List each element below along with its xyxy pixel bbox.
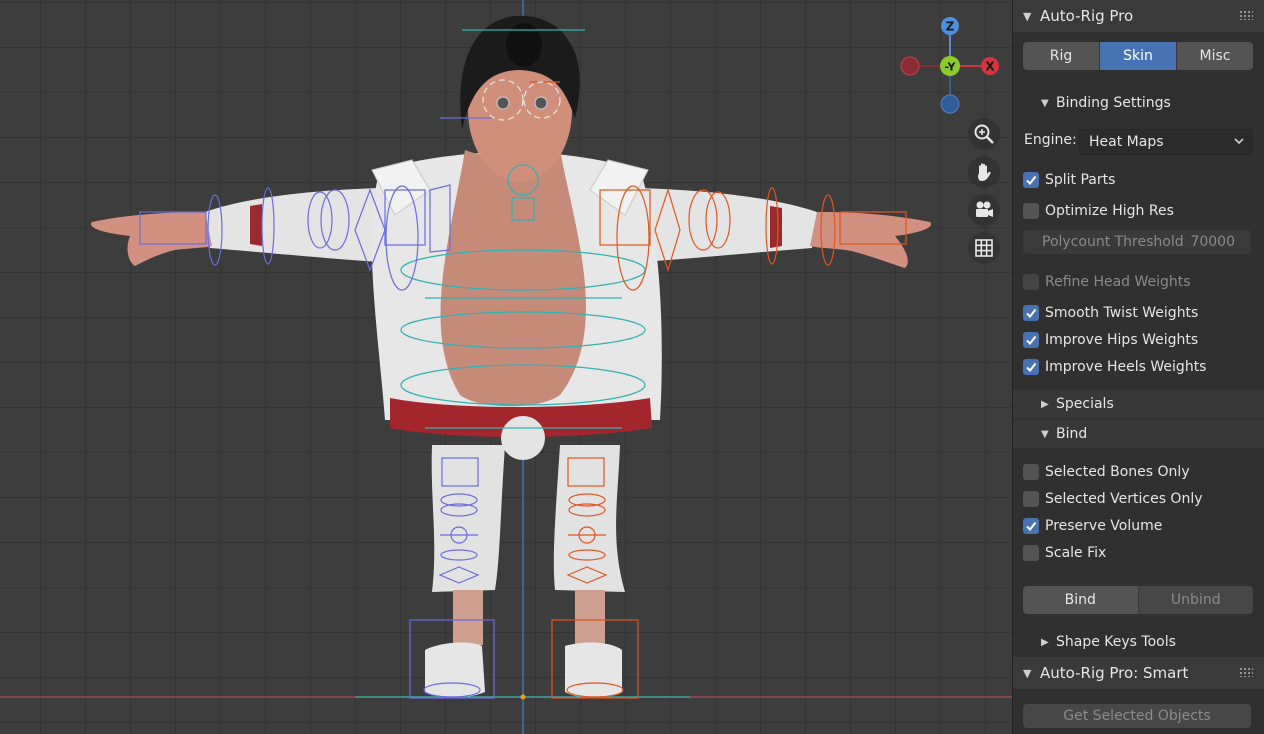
auto-rig-pro-smart-header[interactable]: ▼ Auto-Rig Pro: Smart: [1013, 657, 1264, 689]
selected-vertices-checkbox[interactable]: [1023, 491, 1039, 507]
gizmo-neg-x-axis: [900, 56, 920, 76]
improve-hips-checkbox[interactable]: [1023, 332, 1039, 348]
polycount-label: Polycount Threshold: [1042, 234, 1184, 250]
engine-select[interactable]: Heat Maps: [1079, 129, 1253, 155]
grid-icon[interactable]: [968, 232, 1000, 264]
refine-head-row: Refine Head Weights: [1023, 271, 1255, 293]
specials-toggle[interactable]: ▶ Specials: [1013, 390, 1264, 418]
expand-triangle-icon: ▶: [1041, 398, 1049, 410]
collapse-triangle-icon: ▼: [1041, 97, 1049, 109]
world-origin: [520, 694, 526, 700]
preserve-volume-row[interactable]: Preserve Volume: [1023, 515, 1255, 537]
shape-keys-tools-toggle[interactable]: ▶ Shape Keys Tools: [1013, 628, 1264, 656]
selected-vertices-label: Selected Vertices Only: [1045, 491, 1203, 507]
camera-icon[interactable]: [968, 194, 1000, 226]
improve-hips-label: Improve Hips Weights: [1045, 332, 1199, 348]
tab-rig[interactable]: Rig: [1023, 42, 1100, 70]
svg-text:X: X: [985, 60, 995, 74]
engine-value: Heat Maps: [1089, 134, 1164, 150]
properties-panel: ▼ Auto-Rig Pro Rig Skin Misc ▼ Binding S…: [1012, 0, 1264, 734]
binding-settings-toggle[interactable]: ▼ Binding Settings: [1013, 89, 1264, 117]
refine-head-label: Refine Head Weights: [1045, 274, 1191, 290]
svg-text:-Y: -Y: [945, 61, 957, 74]
check-icon: [1026, 175, 1037, 186]
collapse-triangle-icon: ▼: [1041, 428, 1049, 440]
drag-grip-icon[interactable]: [1239, 667, 1253, 677]
selected-vertices-row[interactable]: Selected Vertices Only: [1023, 488, 1255, 510]
binding-settings-label: Binding Settings: [1056, 95, 1171, 111]
svg-text:Z: Z: [946, 20, 955, 34]
auto-rig-pro-header[interactable]: ▼ Auto-Rig Pro: [1013, 0, 1264, 32]
bind-toggle[interactable]: ▼ Bind: [1013, 420, 1264, 448]
optimize-high-res-checkbox[interactable]: [1023, 203, 1039, 219]
check-icon: [1026, 308, 1037, 319]
improve-heels-row[interactable]: Improve Heels Weights: [1023, 356, 1255, 378]
split-parts-row[interactable]: Split Parts: [1023, 169, 1255, 191]
unbind-button[interactable]: Unbind: [1138, 586, 1253, 614]
polycount-threshold-field[interactable]: Polycount Threshold 70000: [1023, 230, 1251, 254]
hand-pan-icon[interactable]: [968, 156, 1000, 188]
get-selected-objects-button[interactable]: Get Selected Objects: [1023, 704, 1251, 728]
engine-label: Engine:: [1024, 132, 1077, 148]
smart-panel-title: Auto-Rig Pro: Smart: [1040, 664, 1189, 682]
smooth-twist-label: Smooth Twist Weights: [1045, 305, 1199, 321]
check-icon: [1026, 521, 1037, 532]
bind-section-label: Bind: [1056, 426, 1088, 442]
selected-bones-checkbox[interactable]: [1023, 464, 1039, 480]
improve-hips-row[interactable]: Improve Hips Weights: [1023, 329, 1255, 351]
gizmo-neg-z-axis: [940, 94, 960, 114]
scale-fix-label: Scale Fix: [1045, 545, 1107, 561]
panel-title: Auto-Rig Pro: [1040, 7, 1134, 25]
bind-button-group: Bind Unbind: [1023, 586, 1253, 614]
drag-grip-icon[interactable]: [1239, 10, 1253, 20]
improve-heels-label: Improve Heels Weights: [1045, 359, 1207, 375]
3d-viewport[interactable]: Z X -Y: [0, 0, 1012, 734]
tab-misc[interactable]: Misc: [1177, 42, 1253, 70]
check-icon: [1026, 362, 1037, 373]
shape-keys-label: Shape Keys Tools: [1056, 634, 1176, 650]
tab-skin[interactable]: Skin: [1100, 42, 1177, 70]
check-icon: [1026, 335, 1037, 346]
scale-fix-row[interactable]: Scale Fix: [1023, 542, 1255, 564]
split-parts-label: Split Parts: [1045, 172, 1116, 188]
character-scene[interactable]: [0, 0, 1012, 734]
navigation-gizmo[interactable]: Z X -Y: [896, 14, 1008, 116]
expand-triangle-icon: ▶: [1041, 636, 1049, 648]
selected-bones-row[interactable]: Selected Bones Only: [1023, 461, 1255, 483]
collapse-triangle-icon[interactable]: ▼: [1023, 667, 1031, 680]
zoom-icon[interactable]: [968, 118, 1000, 150]
smooth-twist-row[interactable]: Smooth Twist Weights: [1023, 302, 1255, 324]
optimize-high-res-row[interactable]: Optimize High Res: [1023, 200, 1255, 222]
collapse-triangle-icon[interactable]: ▼: [1023, 10, 1031, 23]
scale-fix-checkbox[interactable]: [1023, 545, 1039, 561]
improve-heels-checkbox[interactable]: [1023, 359, 1039, 375]
chevron-down-icon: [1234, 138, 1244, 145]
split-parts-checkbox[interactable]: [1023, 172, 1039, 188]
smooth-twist-checkbox[interactable]: [1023, 305, 1039, 321]
polycount-value: 70000: [1190, 234, 1235, 250]
refine-head-checkbox: [1023, 274, 1039, 290]
tab-bar: Rig Skin Misc: [1023, 42, 1253, 70]
preserve-volume-checkbox[interactable]: [1023, 518, 1039, 534]
preserve-volume-label: Preserve Volume: [1045, 518, 1163, 534]
selected-bones-label: Selected Bones Only: [1045, 464, 1190, 480]
bind-button[interactable]: Bind: [1023, 586, 1139, 614]
optimize-high-res-label: Optimize High Res: [1045, 203, 1174, 219]
specials-label: Specials: [1056, 396, 1114, 412]
